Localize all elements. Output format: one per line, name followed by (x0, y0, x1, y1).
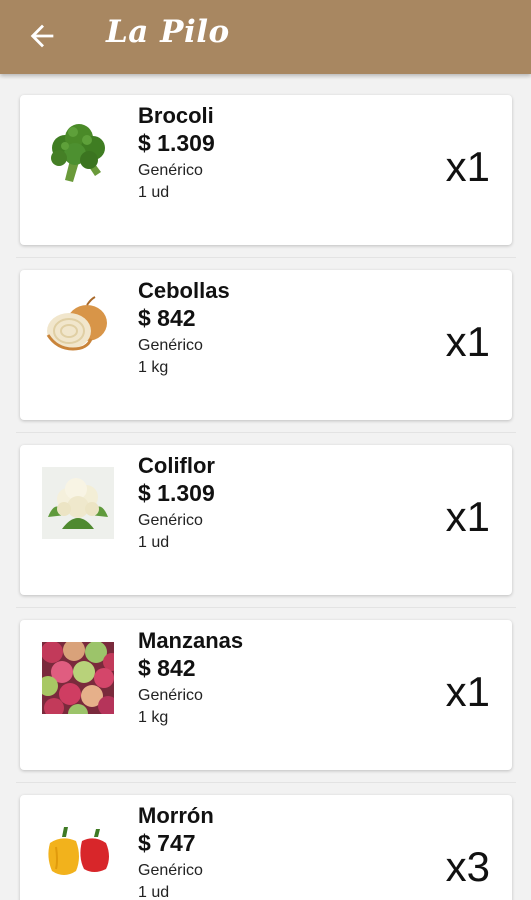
product-brand: Genérico (138, 512, 203, 529)
product-quantity: x1 (445, 143, 490, 190)
product-unit: 1 kg (138, 709, 169, 726)
product-unit: 1 kg (138, 359, 169, 376)
product-price: $ 747 (138, 830, 196, 856)
product-name: Cebollas (138, 278, 230, 303)
product-quantity: x1 (445, 668, 490, 715)
app-title: La Pilo (106, 14, 230, 50)
product-quantity: x1 (445, 318, 490, 365)
divider (16, 782, 516, 783)
product-price: $ 1.309 (138, 130, 215, 156)
product-unit: 1 ud (138, 884, 170, 900)
product-quantity: x3 (445, 843, 490, 890)
product-card-brocoli[interactable]: Brocoli $ 1.309 Genérico 1 ud x1 (20, 95, 512, 245)
product-name: Coliflor (138, 453, 215, 478)
onion-image (42, 292, 114, 364)
product-card-coliflor[interactable]: Coliflor $ 1.309 Genérico 1 ud x1 (20, 445, 512, 595)
product-name: Morrón (138, 803, 214, 828)
product-brand: Genérico (138, 162, 203, 179)
product-price: $ 842 (138, 305, 196, 331)
product-list: Brocoli $ 1.309 Genérico 1 ud x1 Cebolla… (0, 74, 531, 900)
product-brand: Genérico (138, 862, 203, 879)
cauliflower-image (42, 467, 114, 539)
product-price: $ 842 (138, 655, 196, 681)
arrow-left-icon (30, 24, 54, 48)
product-name: Manzanas (138, 628, 244, 653)
product-unit: 1 ud (138, 534, 170, 551)
product-name: Brocoli (138, 103, 214, 128)
product-card-manzanas[interactable]: Manzanas $ 842 Genérico 1 kg x1 (20, 620, 512, 770)
product-unit: 1 ud (138, 184, 170, 201)
product-card-morron[interactable]: Morrón $ 747 Genérico 1 ud x3 (20, 795, 512, 900)
app-bar: La Pilo (0, 0, 531, 74)
product-card-cebollas[interactable]: Cebollas $ 842 Genérico 1 kg x1 (20, 270, 512, 420)
product-price: $ 1.309 (138, 480, 215, 506)
bell-peppers-image (42, 817, 114, 889)
product-brand: Genérico (138, 337, 203, 354)
divider (16, 607, 516, 608)
product-brand: Genérico (138, 687, 203, 704)
product-quantity: x1 (445, 493, 490, 540)
back-button[interactable] (22, 16, 62, 56)
divider (16, 257, 516, 258)
divider (16, 432, 516, 433)
apples-image (42, 642, 114, 714)
broccoli-image (42, 117, 114, 189)
